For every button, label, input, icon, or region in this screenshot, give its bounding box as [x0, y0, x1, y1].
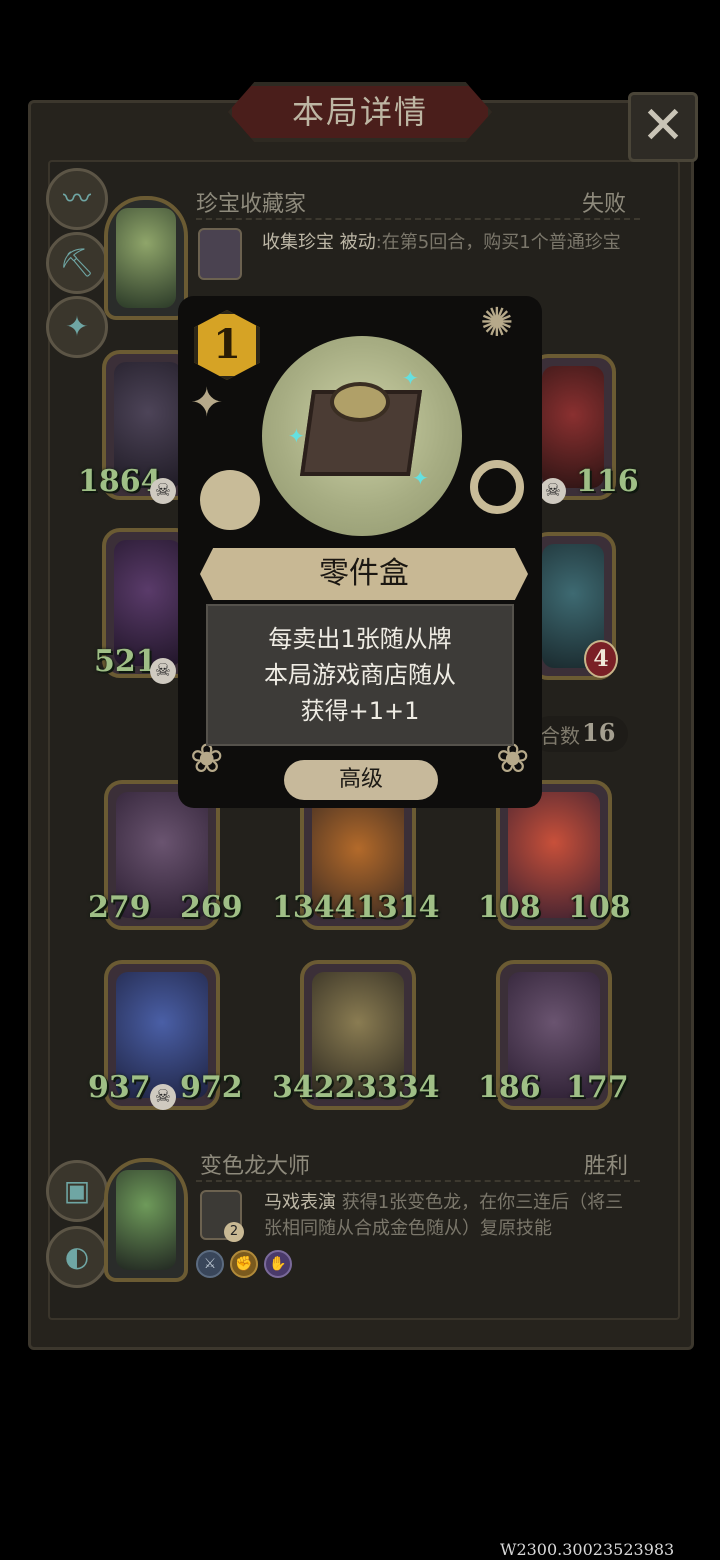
- plate-icon[interactable]: ◐: [46, 1226, 108, 1288]
- count-pill: 合数 16: [532, 716, 628, 752]
- gear-box-icon[interactable]: ▣: [46, 1160, 108, 1222]
- skill-level-badge: 2: [224, 1222, 244, 1242]
- card-art: ✦ ✦ ✦: [262, 336, 462, 536]
- close-icon: ✕: [641, 96, 685, 156]
- scroll-icon[interactable]: ✦: [46, 296, 108, 358]
- minion-attack: 1864: [78, 464, 162, 499]
- opponent-skill-name: 收集珍宝: [262, 232, 334, 253]
- card-tier: 高级: [338, 767, 383, 792]
- minion-health: 108: [568, 890, 631, 925]
- player-skill-icon: 2: [200, 1190, 244, 1242]
- player-hero-portrait[interactable]: [104, 1158, 188, 1282]
- bubble-ornament: [200, 470, 260, 530]
- minion-attack: 521: [94, 644, 157, 679]
- arm-icon[interactable]: ✊: [230, 1250, 258, 1278]
- gear-icon: [330, 382, 390, 422]
- minion-attack: 3422: [272, 1070, 356, 1105]
- divider: [196, 218, 640, 220]
- player-skill-name: 马戏表演: [264, 1192, 336, 1213]
- skull-icon: ☠: [150, 658, 176, 684]
- minion-attack: 186: [478, 1070, 541, 1105]
- count-value: 16: [582, 718, 616, 747]
- opponent-result: 失败: [582, 192, 627, 217]
- player-skill-text: 马戏表演 获得1张变色龙，在你三连后（将三张相同随从合成金色随从）复原技能: [264, 1190, 640, 1242]
- close-button[interactable]: ✕: [628, 92, 698, 162]
- minion-health: 972: [180, 1070, 243, 1105]
- minion-health-badge: 4: [584, 640, 618, 678]
- fist-icon[interactable]: ✋: [264, 1250, 292, 1278]
- opponent-skill-type: 被动: [339, 232, 376, 253]
- card-desc-line: 获得+1+1: [300, 697, 420, 725]
- swirl-ornament: ✺: [480, 300, 514, 346]
- player-result: 胜利: [584, 1154, 629, 1179]
- minion-attack: 937: [88, 1070, 151, 1105]
- sparkle-icon: ✦: [288, 424, 305, 448]
- watermark: W2300.30023523983: [500, 1540, 675, 1559]
- minion-attack: 1344: [272, 890, 356, 925]
- pickaxe-icon[interactable]: ⛏: [46, 232, 108, 294]
- card-cost: 1: [213, 321, 241, 368]
- sparkle-icon: ✦: [412, 466, 429, 490]
- page-title-banner: 本局详情: [228, 82, 492, 142]
- skull-icon: ☠: [150, 1084, 176, 1110]
- opponent-hero-portrait[interactable]: [104, 196, 188, 320]
- opponent-skill-desc: :在第5回合，购买1个普通珍宝: [375, 232, 621, 253]
- minion-attack: 108: [478, 890, 541, 925]
- swirl-ornament: ✦: [190, 380, 224, 426]
- minion-health: 1314: [356, 890, 440, 925]
- card-description: 每卖出1张随从牌 本局游戏商店随从 获得+1+1: [206, 604, 514, 746]
- sword-icon[interactable]: ⚔: [196, 1250, 224, 1278]
- page-title: 本局详情: [291, 93, 428, 131]
- card-tier-badge: 高级: [284, 760, 438, 800]
- card-desc-line: 本局游戏商店随从: [264, 661, 456, 689]
- minion-health: 269: [180, 890, 243, 925]
- minion-health: 3334: [356, 1070, 440, 1105]
- minion-attack: 279: [88, 890, 151, 925]
- player-name: 变色龙大师: [200, 1154, 311, 1179]
- card-desc-line: 每卖出1张随从牌: [268, 625, 452, 653]
- opponent-name: 珍宝收藏家: [196, 192, 307, 217]
- artifact-icon-1[interactable]: 〰: [46, 168, 108, 230]
- skull-icon: ☠: [540, 478, 566, 504]
- divider: [196, 1180, 640, 1182]
- count-label: 合数: [540, 724, 580, 748]
- card-name: 零件盒: [319, 556, 409, 591]
- minion-health: 177: [566, 1070, 629, 1105]
- sparkle-icon: ✦: [402, 366, 419, 390]
- skull-icon: ☠: [150, 478, 176, 504]
- card-name-banner: 零件盒: [200, 548, 528, 600]
- ring-ornament: [470, 460, 524, 514]
- minion-health: 116: [576, 464, 639, 499]
- opponent-skill-icon: [198, 228, 242, 280]
- opponent-skill-text: 收集珍宝 被动:在第5回合，购买1个普通珍宝: [262, 230, 642, 256]
